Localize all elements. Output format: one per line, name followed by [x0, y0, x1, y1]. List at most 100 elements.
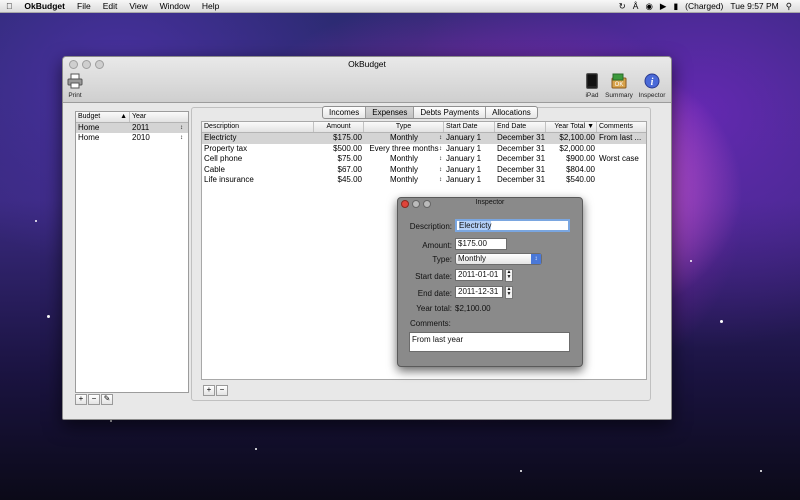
apple-menu[interactable]:  — [0, 1, 18, 11]
ipad-button[interactable]: iPad — [583, 73, 601, 99]
menu-view[interactable]: View — [123, 1, 153, 11]
menu-help[interactable]: Help — [196, 1, 225, 11]
summary-badge: OK — [615, 82, 624, 88]
menu-window[interactable]: Window — [154, 1, 196, 11]
cell-type[interactable]: Monthly ↕ — [364, 133, 444, 144]
cell-type-value: Monthly — [389, 133, 418, 142]
type-value: Monthly — [458, 254, 487, 263]
print-button[interactable]: Print — [67, 73, 83, 99]
cell-description: Cable — [204, 164, 225, 174]
info-icon: i — [644, 73, 660, 89]
inspector-panel: Inspector Description: Electricty Amount… — [397, 197, 583, 367]
cell-comments — [597, 175, 644, 186]
clock[interactable]: Tue 9:57 PM — [730, 1, 778, 11]
inspector-title: Inspector — [475, 199, 505, 206]
cell-description: Cell phone — [204, 154, 243, 163]
year-total-label: Year total: — [416, 304, 452, 313]
edit-budget-button[interactable]: ✎ — [101, 394, 113, 405]
menu-app-name[interactable]: OkBudget — [18, 1, 71, 11]
bluetooth-icon[interactable]: Å — [633, 1, 639, 11]
tab-expenses[interactable]: Expenses — [366, 107, 415, 118]
col-end-date[interactable]: End Date — [495, 122, 546, 132]
sync-icon[interactable]: ↻ — [619, 1, 626, 12]
cell-start: January 1 — [446, 154, 482, 163]
inspector-button[interactable]: i Inspector — [637, 73, 667, 99]
add-budget-button[interactable]: + — [75, 394, 87, 405]
svg-text:i: i — [651, 77, 654, 88]
cell-type[interactable]: Monthly ↕ — [364, 175, 444, 186]
header-budget[interactable]: Budget ▲ — [76, 112, 130, 122]
budget-year: 2011 — [132, 123, 150, 132]
menu-bar:  OkBudget File Edit View Window Help ↻ … — [0, 0, 800, 13]
year-total-value: $2,100.00 — [455, 304, 491, 313]
start-date-label: Start date: — [415, 272, 452, 281]
cell-comments: Worst case — [599, 154, 639, 163]
type-stepper-icon[interactable]: ↕ — [439, 175, 442, 186]
col-description[interactable]: Description — [202, 122, 314, 132]
end-date-stepper[interactable]: ▲ ▼ — [505, 286, 513, 299]
tab-incomes[interactable]: Incomes — [323, 107, 367, 118]
header-year[interactable]: Year — [130, 112, 188, 122]
spotlight-icon[interactable]: ⚲ — [786, 1, 792, 12]
table-row[interactable]: Life insurance $45.00 Monthly ↕ January 1 Dec… — [202, 175, 646, 186]
year-stepper-icon[interactable]: ↕ — [178, 123, 188, 133]
table-row[interactable]: Property tax $500.00 Every three months ↕ Ja… — [202, 144, 646, 155]
end-date-label: End date: — [417, 289, 452, 298]
cell-type-value: Monthly — [389, 154, 418, 163]
sort-down-icon: ▼ — [587, 123, 594, 130]
tab-allocations[interactable]: Allocations — [486, 107, 537, 118]
type-stepper-icon[interactable]: ↕ — [439, 154, 442, 165]
list-item[interactable]: Home 2010 ↕ — [76, 133, 188, 143]
cell-amount: $175.00 — [333, 133, 362, 142]
window-title: OkBudget — [348, 59, 386, 69]
cell-end: December 31 — [497, 154, 546, 163]
volume-icon[interactable]: ▶ — [660, 1, 667, 12]
summary-button[interactable]: OK Summary — [605, 73, 633, 99]
col-amount[interactable]: Amount — [314, 122, 364, 132]
col-start-date[interactable]: Start Date — [444, 122, 495, 132]
col-type[interactable]: Type — [364, 122, 444, 132]
type-select[interactable]: Monthly ↕ — [455, 253, 542, 265]
cell-start: January 1 — [446, 164, 482, 174]
budget-list[interactable]: Budget ▲ Year Home 2011 ↕ Home 2010 ↕ — [75, 111, 189, 393]
wifi-icon[interactable]: ◉ — [645, 1, 652, 12]
budget-name: Home — [78, 123, 100, 132]
list-item[interactable]: Home 2011 ↕ — [76, 123, 188, 133]
year-stepper-icon[interactable]: ↕ — [178, 133, 188, 143]
cell-type[interactable]: Monthly ↕ — [364, 165, 444, 176]
type-stepper-icon[interactable]: ↕ — [439, 144, 442, 155]
remove-expense-button[interactable]: − — [216, 385, 228, 396]
remove-budget-button[interactable]: − — [88, 394, 100, 405]
budget-name: Home — [78, 133, 100, 142]
table-row[interactable]: Cell phone $75.00 Monthly ↕ January 1 Decembe… — [202, 154, 646, 165]
tab-debts-payments[interactable]: Debts Payments — [414, 107, 487, 118]
type-label: Type: — [432, 255, 452, 264]
menu-edit[interactable]: Edit — [97, 1, 124, 11]
cell-total: $2,100.00 — [559, 133, 595, 142]
cell-type-value: Monthly — [389, 175, 418, 184]
cell-description: Electricty — [204, 133, 237, 142]
table-row[interactable]: Electricty $175.00 Monthly ↕ January 1 Decemb… — [202, 133, 646, 144]
col-comments[interactable]: Comments — [597, 122, 644, 132]
comments-field[interactable]: From last year — [409, 332, 570, 352]
cell-start: January 1 — [446, 133, 482, 142]
start-date-stepper[interactable]: ▲ ▼ — [505, 269, 513, 282]
amount-field[interactable]: $175.00 — [455, 238, 507, 250]
col-year-total[interactable]: Year Total ▼ — [546, 122, 597, 132]
table-row[interactable]: Cable $67.00 Monthly ↕ January 1 December 31 $… — [202, 165, 646, 176]
battery-icon[interactable]: ▮ — [673, 1, 678, 12]
cell-start: January 1 — [446, 175, 482, 184]
description-field[interactable]: Electricty — [455, 219, 570, 232]
amount-label: Amount: — [422, 241, 452, 250]
cell-end: December 31 — [497, 175, 546, 184]
cell-start: January 1 — [446, 143, 482, 153]
type-stepper-icon[interactable]: ↕ — [439, 133, 442, 144]
start-date-field[interactable]: 2011-01-01 — [455, 269, 503, 281]
cell-total: $540.00 — [566, 175, 595, 184]
type-stepper-icon[interactable]: ↕ — [439, 165, 442, 176]
cell-type[interactable]: Monthly ↕ — [364, 154, 444, 165]
add-expense-button[interactable]: + — [203, 385, 215, 396]
end-date-field[interactable]: 2011-12-31 — [455, 286, 503, 298]
menu-file[interactable]: File — [71, 1, 97, 11]
cell-type[interactable]: Every three months ↕ — [364, 144, 444, 155]
